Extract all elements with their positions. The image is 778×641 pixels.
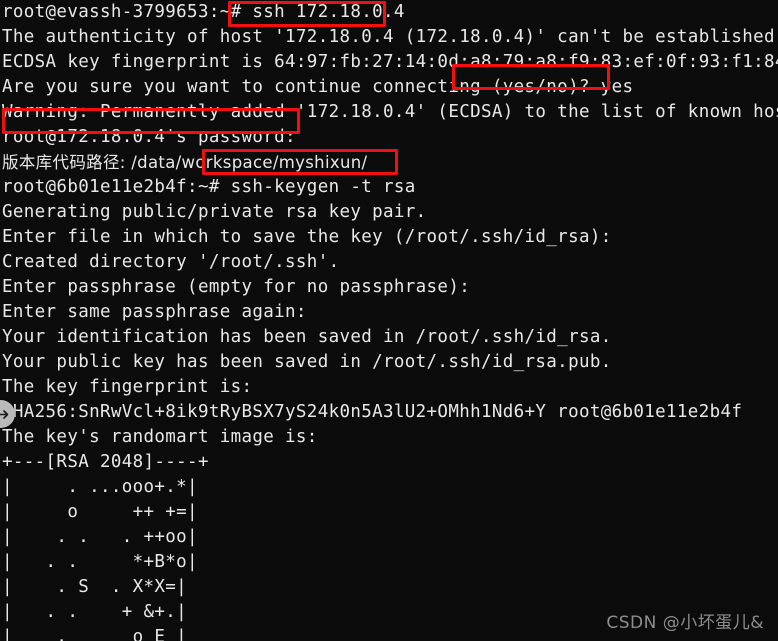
terminal-line-text: Enter file in which to save the key (/ro… (2, 227, 612, 247)
terminal-line-text: Enter passphrase (empty for no passphras… (2, 277, 471, 297)
terminal-line-text: Created directory '/root/.ssh'. (2, 252, 340, 272)
terminal-line-text: root@172.18.0.4's password: (2, 127, 296, 147)
terminal-line-text: root@6b01e11e2b4f:~# ssh-keygen -t rsa (2, 177, 416, 197)
terminal-line: 版本库代码路径: /data/workspace/myshixun/ (0, 150, 778, 175)
terminal-line: Enter file in which to save the key (/ro… (0, 225, 778, 250)
terminal-line-text: 版本库代码路径: /data/workspace/myshixun/ (2, 153, 368, 172)
terminal-line-text: | . . *+B*o| (2, 552, 198, 572)
terminal-line-text: | . ...ooo+.*| (2, 477, 198, 497)
terminal-line: | . S . X*X=| (0, 575, 778, 600)
terminal-line: root@evassh-3799653:~# ssh 172.18.0.4 (0, 0, 778, 25)
terminal-line: | . . . ++oo| (0, 525, 778, 550)
terminal-line-text: Enter same passphrase again: (2, 302, 307, 322)
terminal-output[interactable]: root@evassh-3799653:~# ssh 172.18.0.4 The… (0, 0, 778, 641)
terminal-line: ECDSA key fingerprint is 64:97:fb:27:14:… (0, 50, 778, 75)
terminal-line: Created directory '/root/.ssh'. (0, 250, 778, 275)
terminal-line: Your public key has been saved in /root/… (0, 350, 778, 375)
terminal-line: Enter same passphrase again: (0, 300, 778, 325)
terminal-line-text: | . . . ++oo| (2, 527, 198, 547)
terminal-line-text: The key fingerprint is: (2, 377, 253, 397)
terminal-line-text: The key's randomart image is: (2, 427, 318, 447)
arrow-right-icon (0, 408, 11, 421)
terminal-line-text: Your identification has been saved in /r… (2, 327, 612, 347)
terminal-line: | o ++ +=| (0, 500, 778, 525)
terminal-line-text: Generating public/private rsa key pair. (2, 202, 427, 222)
terminal-line-text: root@evassh-3799653:~# ssh 172.18.0.4 (2, 2, 405, 22)
terminal-line: | . . *+B*o| (0, 550, 778, 575)
terminal-line: SHA256:SnRwVcl+8ik9tRyBSX7yS24k0n5A3lU2+… (0, 400, 778, 425)
terminal-line: | . ...ooo+.*| (0, 475, 778, 500)
terminal-line-text: | o ++ +=| (2, 502, 198, 522)
terminal-line-text: | . . + &+.| (2, 602, 188, 622)
terminal-line: Your identification has been saved in /r… (0, 325, 778, 350)
terminal-line-text: | . o E | (2, 627, 188, 641)
terminal-line: The key's randomart image is: (0, 425, 778, 450)
terminal-line-text: Warning: Permanently added '172.18.0.4' … (2, 102, 778, 122)
terminal-line: The authenticity of host '172.18.0.4 (17… (0, 25, 778, 50)
terminal-window: root@evassh-3799653:~# ssh 172.18.0.4 The… (0, 0, 778, 641)
terminal-line: Generating public/private rsa key pair. (0, 200, 778, 225)
terminal-line-text: SHA256:SnRwVcl+8ik9tRyBSX7yS24k0n5A3lU2+… (2, 402, 743, 422)
terminal-line: Are you sure you want to continue connec… (0, 75, 778, 100)
terminal-line-text: | . S . X*X=| (2, 577, 188, 597)
terminal-line: root@6b01e11e2b4f:~# ssh-keygen -t rsa (0, 175, 778, 200)
terminal-line-text: +---[RSA 2048]----+ (2, 452, 209, 472)
terminal-line: The key fingerprint is: (0, 375, 778, 400)
csdn-watermark: CSDN @小坏蛋儿& (606, 613, 764, 633)
terminal-line-text: Are you sure you want to continue connec… (2, 77, 634, 97)
terminal-line-text: ECDSA key fingerprint is 64:97:fb:27:14:… (2, 52, 778, 72)
terminal-line: +---[RSA 2048]----+ (0, 450, 778, 475)
terminal-line: Warning: Permanently added '172.18.0.4' … (0, 100, 778, 125)
terminal-line-text: Your public key has been saved in /root/… (2, 352, 612, 372)
terminal-line: root@172.18.0.4's password: (0, 125, 778, 150)
terminal-line: Enter passphrase (empty for no passphras… (0, 275, 778, 300)
terminal-line-text: The authenticity of host '172.18.0.4 (17… (2, 27, 778, 47)
